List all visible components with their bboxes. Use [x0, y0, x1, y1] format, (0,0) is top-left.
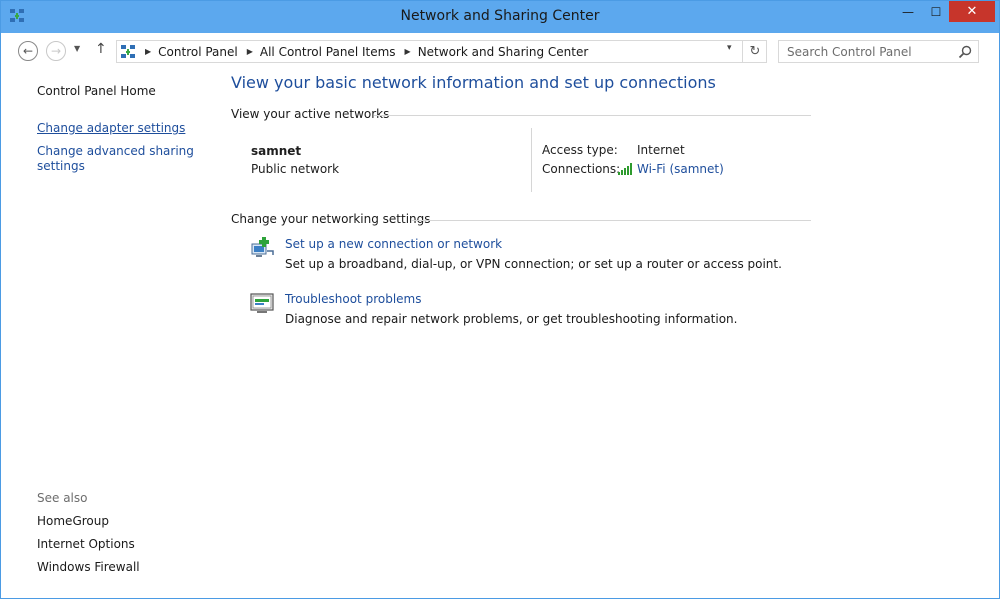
control-panel-home-link[interactable]: Control Panel Home	[37, 84, 156, 98]
close-button[interactable]: ✕	[949, 1, 995, 22]
address-bar[interactable]: ▶ Control Panel ▶ All Control Panel Item…	[116, 40, 767, 63]
refresh-button[interactable]: ↻	[742, 40, 767, 63]
search-box[interactable]	[778, 40, 979, 63]
forward-button[interactable]: →	[46, 41, 66, 61]
see-also-heading: See also	[37, 491, 88, 505]
setup-connection-description: Set up a broadband, dial-up, or VPN conn…	[285, 257, 782, 271]
maximize-button[interactable]: ☐	[922, 1, 950, 23]
wifi-connection-link[interactable]: Wi-Fi (samnet)	[637, 162, 724, 176]
window-title: Network and Sharing Center	[400, 8, 600, 24]
minimize-button[interactable]: —	[894, 1, 922, 23]
back-button[interactable]: ←	[18, 41, 38, 61]
access-type-value: Internet	[637, 143, 685, 157]
network-divider	[531, 128, 532, 192]
title-bar[interactable]: Network and Sharing Center — ☐ ✕	[1, 1, 999, 33]
troubleshoot-icon	[250, 293, 274, 313]
change-adapter-settings-link[interactable]: Change adapter settings	[37, 121, 185, 136]
breadcrumb-control-panel[interactable]: Control Panel	[158, 45, 238, 59]
networking-settings-heading: Change your networking settings	[231, 212, 431, 226]
active-networks-heading: View your active networks	[231, 107, 390, 121]
section-divider	[411, 220, 811, 221]
breadcrumb-network-center[interactable]: Network and Sharing Center	[418, 45, 589, 59]
troubleshoot-description: Diagnose and repair network problems, or…	[285, 312, 738, 326]
change-advanced-sharing-link[interactable]: Change advanced sharing settings	[37, 144, 197, 174]
troubleshoot-link[interactable]: Troubleshoot problems	[285, 292, 421, 306]
window: Network and Sharing Center — ☐ ✕ ← → ▼ ↑…	[0, 0, 1000, 599]
up-button[interactable]: ↑	[95, 41, 107, 57]
search-input[interactable]	[779, 44, 949, 59]
windows-firewall-link[interactable]: Windows Firewall	[37, 560, 140, 574]
page-title: View your basic network information and …	[231, 73, 716, 92]
address-dropdown-icon[interactable]: ▾	[727, 43, 732, 53]
breadcrumb-separator-icon[interactable]: ▶	[405, 47, 411, 56]
setup-connection-link[interactable]: Set up a new connection or network	[285, 237, 502, 251]
navigation-bar: ← → ▼ ↑ ▶ Control Panel ▶ All Control Pa…	[1, 33, 999, 67]
new-connection-icon	[251, 237, 274, 257]
connections-label: Connections:	[542, 162, 621, 176]
wifi-signal-icon	[618, 163, 632, 175]
network-name: samnet	[251, 144, 302, 158]
access-type-label: Access type:	[542, 143, 618, 157]
section-divider	[374, 115, 811, 116]
homegroup-link[interactable]: HomeGroup	[37, 514, 109, 528]
internet-options-link[interactable]: Internet Options	[37, 537, 135, 551]
breadcrumb-all-items[interactable]: All Control Panel Items	[260, 45, 396, 59]
breadcrumb-separator-icon[interactable]: ▶	[247, 47, 253, 56]
recent-locations-button[interactable]: ▼	[74, 44, 80, 53]
network-type[interactable]: Public network	[251, 162, 339, 176]
control-panel-icon	[121, 44, 135, 58]
search-icon[interactable]	[958, 45, 972, 59]
breadcrumb-separator-icon[interactable]: ▶	[145, 47, 151, 56]
